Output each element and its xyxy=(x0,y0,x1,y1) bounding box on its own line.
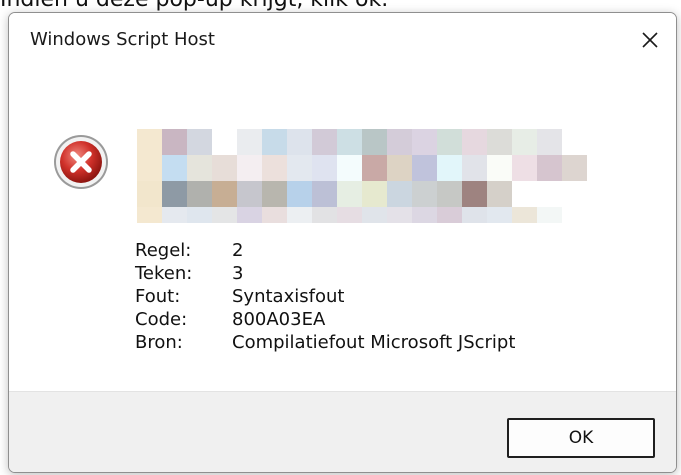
ok-button[interactable]: OK xyxy=(507,418,655,458)
blur-row xyxy=(137,181,627,207)
close-button[interactable] xyxy=(624,13,676,67)
detail-row-regel: Regel: 2 xyxy=(135,239,515,262)
detail-label: Fout: xyxy=(135,286,181,307)
dialog-content: Regel: 2 Teken: 3 Fout: Syntaxisfout Cod… xyxy=(9,67,676,391)
blur-row xyxy=(137,155,627,181)
blur-row xyxy=(137,129,627,155)
script-host-dialog: Windows Script Host Regel: 2 Teken: 3 Fo… xyxy=(8,12,677,473)
detail-row-bron: Bron: Compilatiefout Microsoft JScript xyxy=(135,331,515,354)
detail-value: 2 xyxy=(232,240,244,261)
detail-row-code: Code: 800A03EA xyxy=(135,308,515,331)
error-details: Regel: 2 Teken: 3 Fout: Syntaxisfout Cod… xyxy=(135,239,515,354)
blur-row xyxy=(137,207,627,223)
close-icon xyxy=(642,32,658,48)
detail-label: Teken: xyxy=(135,263,193,284)
detail-label: Code: xyxy=(135,309,188,330)
blurred-message xyxy=(137,129,627,235)
detail-value: Compilatiefout Microsoft JScript xyxy=(232,332,516,353)
detail-row-fout: Fout: Syntaxisfout xyxy=(135,285,515,308)
dialog-footer: OK xyxy=(9,391,676,472)
detail-value: 3 xyxy=(232,263,244,284)
detail-row-teken: Teken: 3 xyxy=(135,262,515,285)
detail-value: Syntaxisfout xyxy=(232,286,345,307)
detail-label: Regel: xyxy=(135,240,192,261)
dialog-title: Windows Script Host xyxy=(30,29,215,50)
screenshot-page: Indien u deze pop-up krijgt, klik ok. Wi… xyxy=(0,0,681,475)
dialog-titlebar[interactable]: Windows Script Host xyxy=(9,13,676,67)
error-icon xyxy=(54,135,108,189)
detail-value: 800A03EA xyxy=(232,309,326,330)
detail-label: Bron: xyxy=(135,332,183,353)
